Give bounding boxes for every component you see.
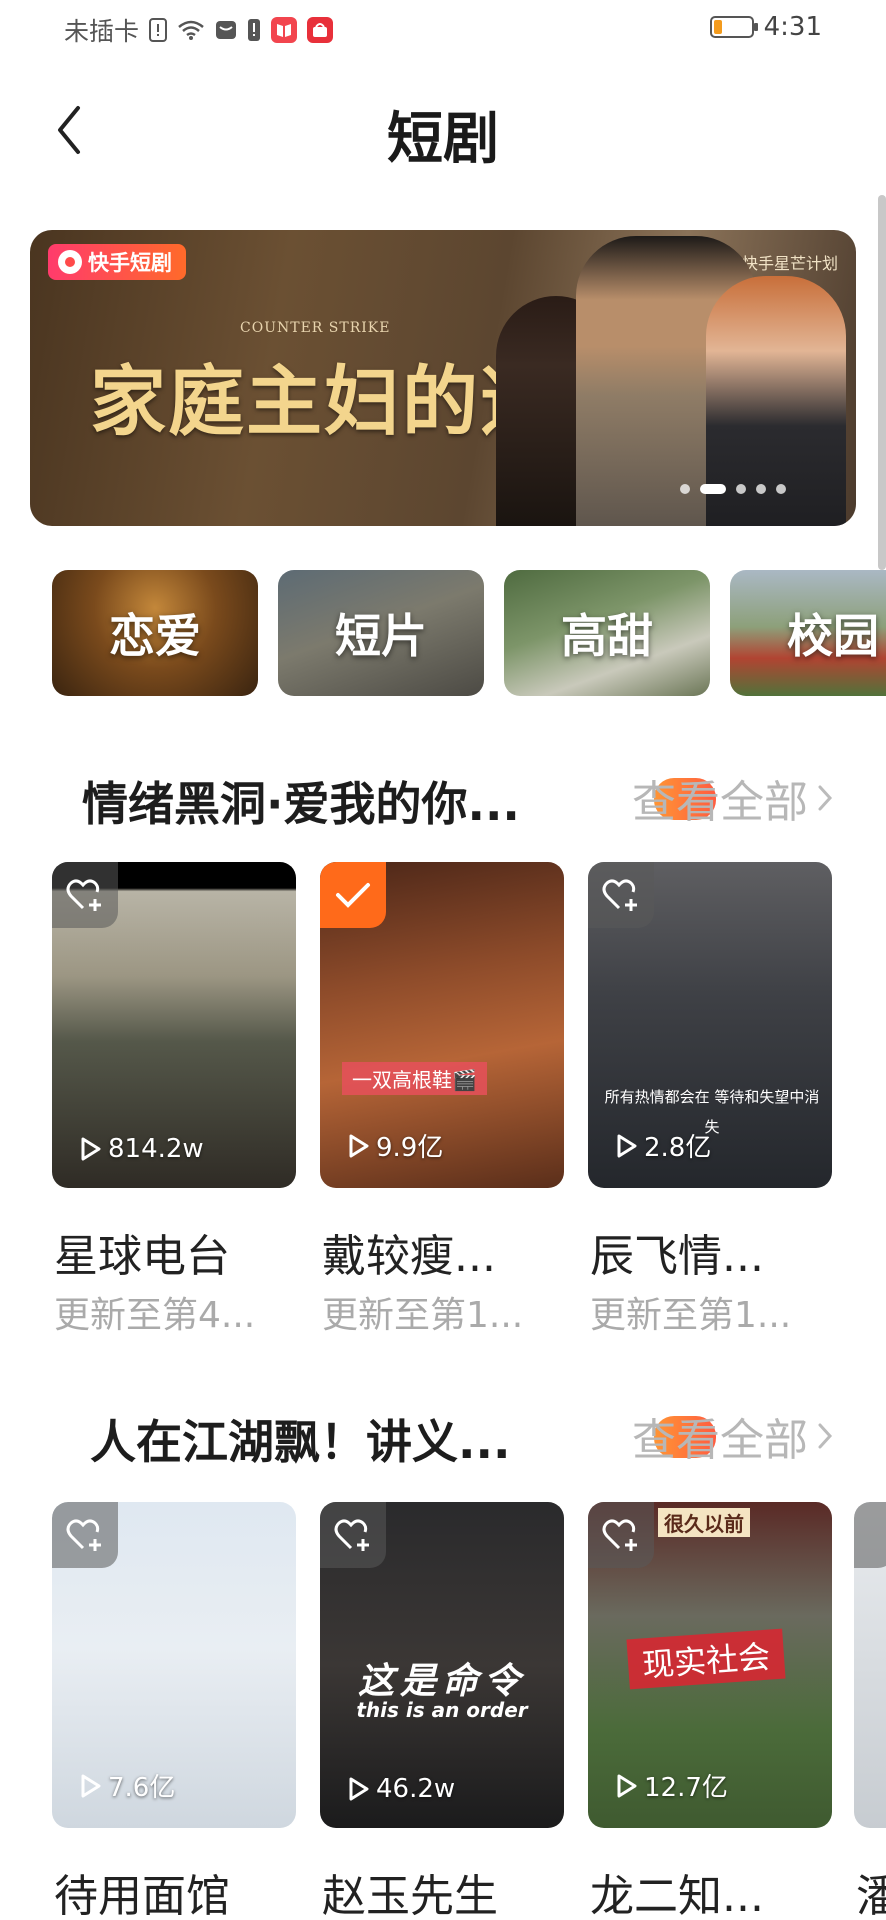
play-icon: [617, 1134, 637, 1157]
drama-card[interactable]: 814.2w: [52, 862, 296, 1188]
favorite-add-button[interactable]: [52, 862, 118, 928]
drama-title[interactable]: 戴较瘦...: [322, 1220, 496, 1284]
banner-carousel[interactable]: 快手短剧 COUNTER STRIKE 家庭主妇的逆袭 快手星芒计划: [30, 230, 856, 526]
play-count-value: 46.2w: [376, 1774, 456, 1804]
play-count-value: 9.9亿: [376, 1133, 444, 1163]
carousel-dot[interactable]: [756, 484, 766, 494]
status-bar-left: 未插卡: [64, 12, 334, 48]
message-icon: [216, 21, 237, 39]
drama-card[interactable]: 一双高根鞋🎬 9.9亿: [320, 862, 564, 1188]
category-label: 恋爱: [109, 609, 201, 663]
play-count: 7.6亿: [80, 1767, 175, 1804]
chevron-right-icon: [818, 785, 833, 811]
play-count-value: 814.2w: [108, 1134, 204, 1164]
category-label: 短片: [335, 609, 427, 663]
page-header: 短剧: [0, 80, 886, 180]
play-icon: [349, 1777, 369, 1801]
wifi-icon: [178, 20, 204, 40]
play-icon: [81, 1137, 101, 1161]
drama-title[interactable]: 龙二知...: [590, 1860, 764, 1920]
see-all-label: 查看全部: [632, 777, 808, 828]
heart-plus-icon: [66, 879, 101, 911]
play-icon: [81, 1774, 101, 1797]
play-icon: [617, 1774, 637, 1797]
banner-cast-image: [466, 236, 846, 526]
category-campus[interactable]: 校园: [730, 570, 886, 696]
drama-card[interactable]: 很久以前 现实社会 12.7亿: [588, 1502, 832, 1828]
drama-title[interactable]: 待用面馆: [54, 1860, 230, 1920]
see-all-button[interactable]: 查看全部: [632, 770, 834, 828]
card-overlay-caption: 现实社会: [626, 1628, 786, 1690]
drama-episode-status: 更新至第1...: [590, 1295, 792, 1336]
play-count: 814.2w: [80, 1134, 204, 1164]
favorite-add-button[interactable]: [588, 1502, 654, 1568]
play-count: 12.7亿: [616, 1767, 728, 1804]
banner-subtitle: COUNTER STRIKE: [240, 320, 391, 336]
card-overlay-caption-en: this is an order: [356, 1698, 528, 1722]
status-time: 4:31: [763, 12, 822, 42]
book-app-icon: [271, 17, 298, 43]
category-short-film[interactable]: 短片: [278, 570, 484, 696]
play-count: 46.2w: [348, 1774, 455, 1804]
play-count-value: 7.6亿: [108, 1773, 176, 1803]
favorited-badge[interactable]: [320, 862, 386, 928]
carousel-dot[interactable]: [680, 484, 690, 494]
scrollbar[interactable]: [878, 195, 886, 570]
play-count-value: 2.8亿: [644, 1133, 712, 1163]
play-icon: [349, 1134, 369, 1157]
category-label: 高甜: [561, 609, 653, 663]
drama-title[interactable]: 潘: [856, 1860, 886, 1920]
category-love[interactable]: 恋爱: [52, 570, 258, 696]
favorite-add-button[interactable]: [52, 1502, 118, 1568]
carousel-dot-active[interactable]: [700, 484, 726, 494]
carrier-label: 未插卡: [64, 17, 140, 46]
shop-app-icon: [307, 17, 334, 43]
favorite-add-button[interactable]: [320, 1502, 386, 1568]
drama-card-partial[interactable]: [854, 1502, 886, 1828]
play-count: 2.8亿: [616, 1127, 711, 1164]
section-title: 人在江湖飘！讲义...: [90, 1415, 511, 1469]
drama-card[interactable]: 所有热情都会在 等待和失望中消失 2.8亿: [588, 862, 832, 1188]
kuaishou-logo-icon: [58, 250, 82, 274]
status-bar: 未插卡 4:31: [0, 0, 886, 60]
category-row: 恋爱 短片 高甜 校园: [52, 570, 886, 698]
drama-title[interactable]: 辰飞情...: [590, 1220, 764, 1284]
chevron-right-icon: [818, 1423, 833, 1449]
alert-icon: [248, 19, 261, 41]
carousel-dot[interactable]: [736, 484, 746, 494]
category-label: 校园: [787, 609, 879, 663]
page-title: 短剧: [387, 107, 499, 172]
check-icon: [336, 883, 370, 908]
heart-plus-icon: [602, 879, 637, 911]
drama-title[interactable]: 赵玉先生: [322, 1860, 498, 1920]
carousel-indicator: [680, 484, 786, 494]
battery-icon: [709, 16, 758, 38]
status-bar-right: 4:31: [709, 12, 822, 42]
section-title: 情绪黑洞·爱我的你...: [82, 777, 520, 831]
favorite-add-button[interactable]: [588, 862, 654, 928]
play-count: 9.9亿: [348, 1127, 443, 1164]
category-sweet[interactable]: 高甜: [504, 570, 710, 696]
see-all-button[interactable]: 查看全部: [632, 1408, 834, 1466]
favorite-add-button[interactable]: [854, 1502, 886, 1568]
battery-level: [713, 20, 723, 34]
drama-episode-status: 更新至第1...: [322, 1295, 524, 1336]
drama-title[interactable]: 星球电台: [54, 1220, 230, 1284]
heart-plus-icon: [602, 1519, 637, 1551]
drama-card[interactable]: 这是命令 this is an order 46.2w: [320, 1502, 564, 1828]
sim-alert-icon: [149, 18, 168, 42]
see-all-label: 查看全部: [632, 1415, 808, 1466]
card-overlay-caption: 这是命令: [357, 1661, 526, 1702]
play-count-value: 12.7亿: [644, 1773, 728, 1803]
shop-sign: 很久以前: [658, 1508, 750, 1537]
heart-plus-icon: [66, 1519, 101, 1551]
heart-plus-icon: [334, 1519, 369, 1551]
card-overlay-caption: 一双高根鞋🎬: [342, 1062, 487, 1095]
drama-card[interactable]: 7.6亿: [52, 1502, 296, 1828]
drama-episode-status: 更新至第4...: [54, 1295, 256, 1336]
banner-brand-badge: 快手短剧: [48, 244, 186, 280]
carousel-dot[interactable]: [776, 484, 786, 494]
banner-brand-label: 快手短剧: [88, 251, 172, 275]
